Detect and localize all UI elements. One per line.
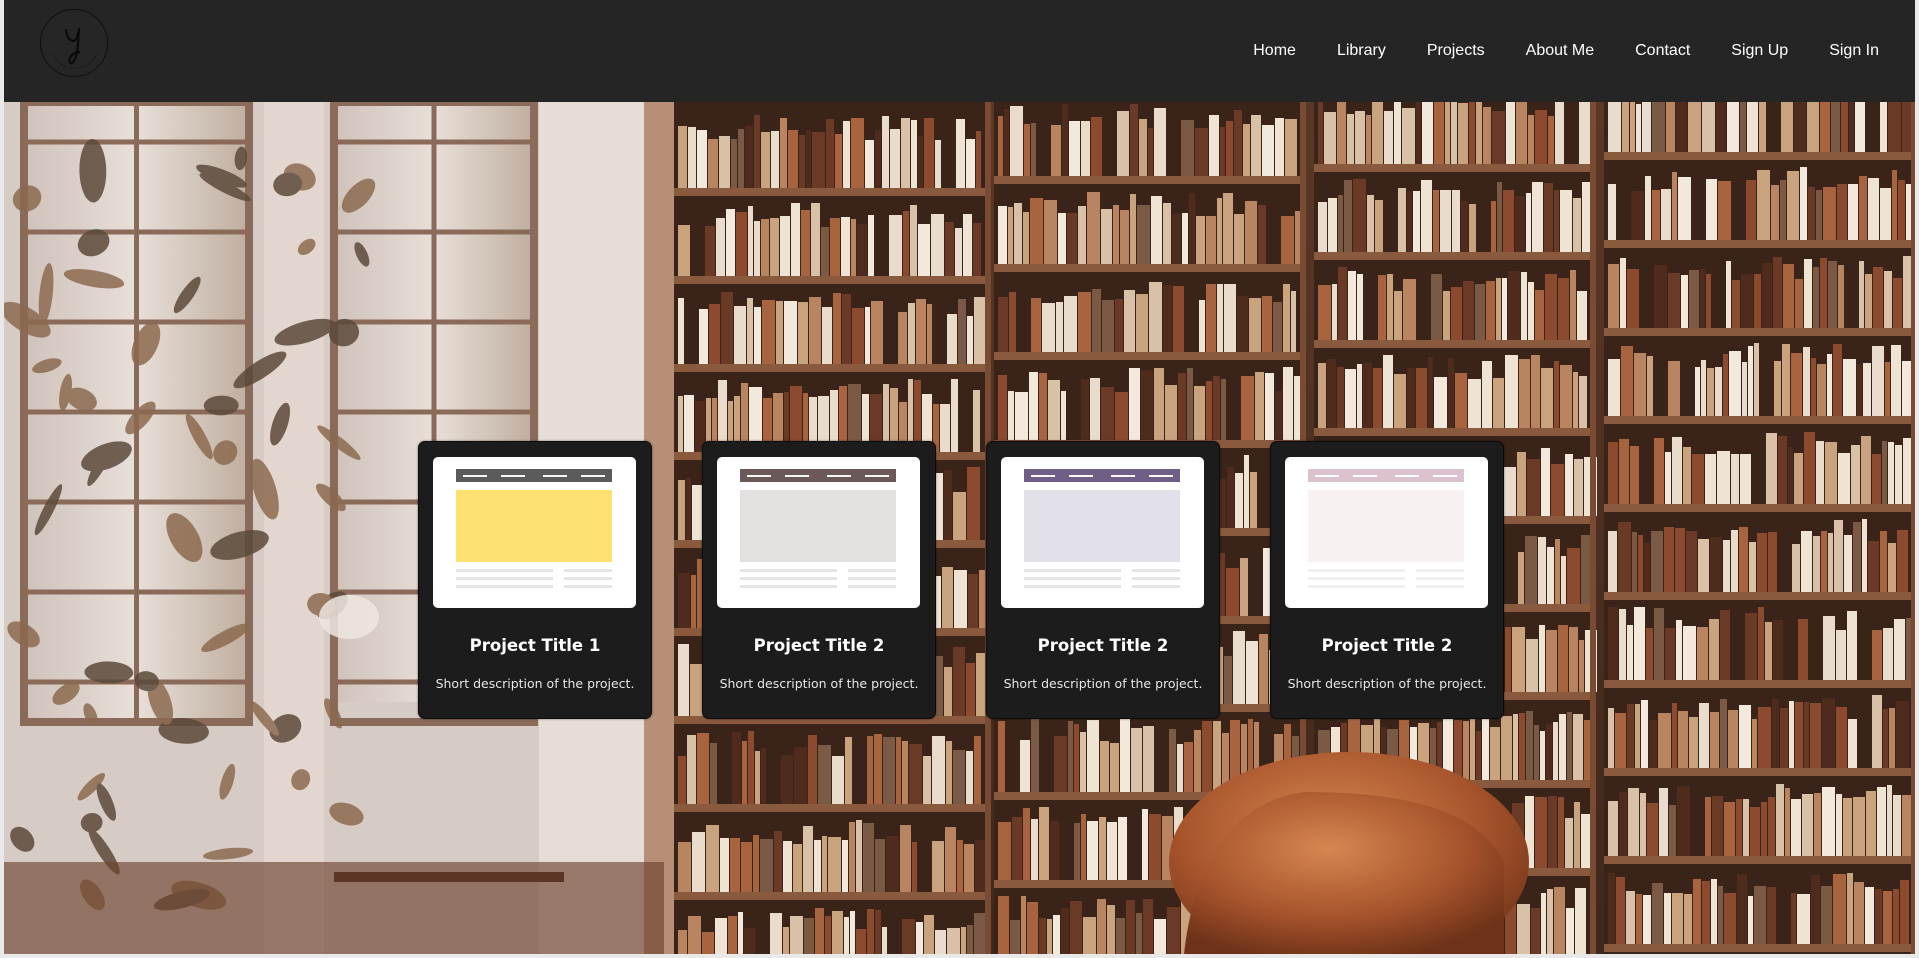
thumbnail-line: [456, 585, 553, 588]
thumbnail-line: [1416, 585, 1464, 588]
project-description: Short description of the project.: [1003, 676, 1203, 691]
nav-projects[interactable]: Projects: [1427, 41, 1485, 61]
nav-home[interactable]: Home: [1253, 41, 1296, 61]
thumbnail-line: [1024, 585, 1121, 588]
nav-sign-up[interactable]: Sign Up: [1731, 41, 1788, 61]
thumbnail-line: [740, 585, 837, 588]
project-card[interactable]: Project Title 1 Short description of the…: [418, 441, 652, 719]
thumbnail-line: [1416, 577, 1464, 580]
thumbnail-line: [1132, 585, 1180, 588]
hero-section: Project Title 1 Short description of the…: [4, 102, 1915, 954]
thumbnail-hero-block: [1024, 490, 1180, 562]
thumbnail-hero-block: [1308, 490, 1464, 562]
thumbnail-line: [564, 569, 612, 572]
thumbnail-line: [848, 569, 896, 572]
top-navbar: Home Library Projects About Me Contact S…: [4, 0, 1915, 102]
project-thumbnail: [1001, 457, 1204, 608]
nav-about-me[interactable]: About Me: [1526, 41, 1594, 61]
thumbnail-nav-bar: [740, 469, 896, 482]
thumbnail-line: [1024, 569, 1121, 572]
project-description: Short description of the project.: [435, 676, 635, 691]
project-cards: Project Title 1 Short description of the…: [4, 102, 1915, 954]
logo[interactable]: [40, 9, 108, 77]
thumbnail-line: [1132, 577, 1180, 580]
thumbnail-line: [456, 577, 553, 580]
project-title: Project Title 2: [1037, 636, 1169, 655]
thumbnail-hero-block: [740, 490, 896, 562]
thumbnail-line: [1416, 569, 1464, 572]
thumbnail-nav-bar: [1308, 469, 1464, 482]
thumbnail-line: [848, 585, 896, 588]
page-frame: Home Library Projects About Me Contact S…: [4, 0, 1915, 954]
nav-library[interactable]: Library: [1337, 41, 1386, 61]
y-signature-logo-icon: [52, 27, 98, 69]
project-card[interactable]: Project Title 2 Short description of the…: [986, 441, 1220, 719]
project-description: Short description of the project.: [1287, 676, 1487, 691]
project-title: Project Title 2: [753, 636, 885, 655]
thumbnail-line: [848, 577, 896, 580]
thumbnail-line: [1308, 585, 1405, 588]
thumbnail-hero-block: [456, 490, 612, 562]
thumbnail-line: [1308, 577, 1405, 580]
thumbnail-line: [1132, 569, 1180, 572]
thumbnail-line: [1308, 569, 1405, 572]
project-card[interactable]: Project Title 2 Short description of the…: [1270, 441, 1504, 719]
thumbnail-line: [740, 577, 837, 580]
project-description: Short description of the project.: [719, 676, 919, 691]
thumbnail-line: [740, 569, 837, 572]
project-thumbnail: [717, 457, 920, 608]
main-nav: Home Library Projects About Me Contact S…: [1212, 41, 1879, 61]
nav-sign-in[interactable]: Sign In: [1829, 41, 1879, 61]
thumbnail-line: [564, 585, 612, 588]
project-title: Project Title 2: [1321, 636, 1453, 655]
thumbnail-line: [1024, 577, 1121, 580]
project-title: Project Title 1: [469, 636, 601, 655]
thumbnail-line: [456, 569, 553, 572]
thumbnail-line: [564, 577, 612, 580]
thumbnail-nav-bar: [1024, 469, 1180, 482]
project-card[interactable]: Project Title 2 Short description of the…: [702, 441, 936, 719]
project-thumbnail: [1285, 457, 1488, 608]
thumbnail-nav-bar: [456, 469, 612, 482]
nav-contact[interactable]: Contact: [1635, 41, 1690, 61]
project-thumbnail: [433, 457, 636, 608]
